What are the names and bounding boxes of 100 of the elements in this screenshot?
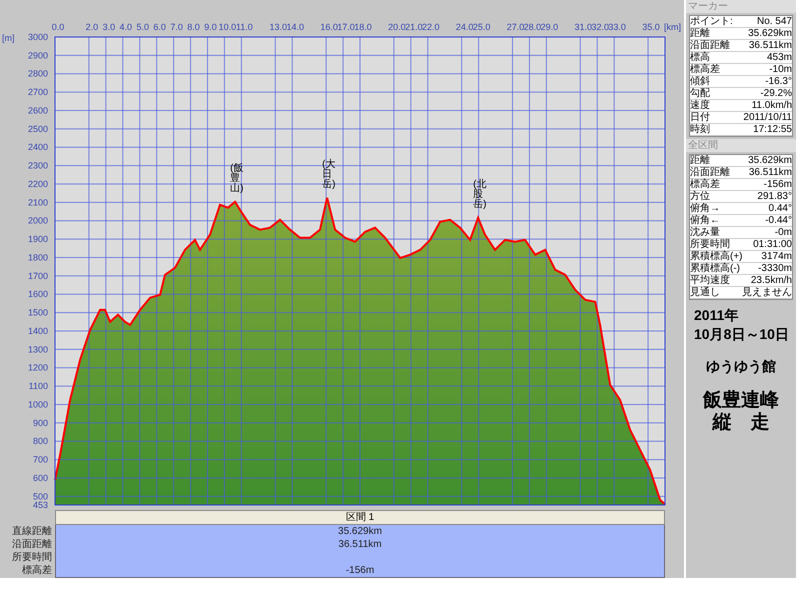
info-label: 標高差 [690, 179, 720, 190]
info-label: 時刻 [690, 124, 710, 135]
info-value: 見えません [742, 287, 792, 298]
x-tick-label: 22.0 [422, 22, 440, 32]
info-value: -10m [769, 64, 792, 75]
info-label: 距離 [690, 155, 710, 166]
info-value: -3330m [758, 263, 792, 274]
y-tick-label: 2900 [28, 50, 48, 60]
info-label: 俯角→ [690, 203, 720, 214]
info-label: 見通し [690, 287, 720, 298]
info-value: 23.5km/h [750, 275, 792, 286]
info-label: 傾斜 [690, 76, 710, 87]
x-tick-label: 31.0 [574, 22, 592, 32]
info-value: 35.629km [748, 155, 792, 166]
date-text: 2011年 [694, 306, 738, 325]
x-tick-label: 10.0 [218, 22, 236, 32]
info-label: 標高 [690, 52, 710, 63]
y-tick-label: 2300 [28, 160, 48, 171]
row-value: -156m [346, 564, 374, 577]
title-text: 縦 走 [712, 412, 770, 434]
y-tick-label: 800 [32, 436, 48, 446]
x-tick-label: 17.0 [337, 22, 355, 32]
y-tick-label: 700 [32, 454, 48, 465]
x-tick-label: 21.0 [405, 22, 423, 32]
x-tick-label: 29.0 [540, 22, 558, 32]
info-label: 方位 [690, 191, 710, 202]
x-tick-label: 28.0 [524, 22, 542, 32]
info-value: No. 547 [756, 16, 792, 27]
y-tick-label: 3000 [28, 32, 48, 42]
info-value: -29.2% [760, 88, 792, 99]
x-tick-label: 16.0 [320, 22, 338, 32]
info-value: -0m [774, 227, 792, 238]
row-label: 直線距離 [12, 525, 52, 538]
section-header: 区間 1 [55, 510, 665, 525]
x-tick-label: 9.0 [204, 22, 217, 32]
y-tick-label: 900 [32, 418, 48, 428]
info-label: 平均速度 [690, 275, 730, 286]
info-value: 3174m [761, 251, 792, 262]
info-value: -16.3° [765, 76, 792, 87]
info-value: 17:12:55 [753, 124, 792, 135]
y-tick-label: 2500 [28, 124, 48, 134]
y-tick-label: 1300 [28, 344, 48, 354]
info-value: 453m [766, 52, 792, 63]
x-tick-label: 13.0 [270, 22, 288, 32]
info-label: 俯角← [690, 215, 720, 226]
x-tick-label: 27.0 [506, 22, 524, 32]
info-value: 35.629km [748, 28, 792, 39]
x-tick-label: 3.0 [102, 22, 116, 32]
x-tick-label: 0.0 [52, 22, 64, 32]
x-tick-label: 6.0 [153, 22, 166, 32]
row-label: 標高差 [22, 564, 52, 577]
y-tick-label: 453 [32, 500, 48, 510]
info-label: 距離 [690, 28, 710, 39]
row-label: 所要時間 [12, 551, 52, 564]
info-value: -0.44° [765, 215, 792, 226]
venue-text: ゆうゆう館 [706, 358, 776, 376]
info-value: 0.44° [768, 203, 792, 214]
x-tick-label: 5.0 [136, 22, 149, 32]
info-label: 標高差 [690, 64, 720, 75]
info-label: 所要時間 [690, 239, 730, 250]
x-tick-label: 32.0 [591, 22, 609, 32]
y-tick-label: 1800 [28, 252, 48, 262]
peak-label: (飯豊山) [230, 164, 240, 194]
info-value: 11.0km/h [752, 100, 792, 111]
x-tick-label: 2.0 [86, 22, 98, 32]
y-tick-label: 2100 [28, 197, 48, 208]
info-value: 291.83° [757, 191, 792, 202]
info-label: 勾配 [690, 88, 710, 99]
date-text: 10月8日～10日 [694, 325, 789, 344]
y-tick-label: 2800 [28, 68, 48, 79]
info-label: 累積標高(+) [690, 251, 742, 262]
info-value: 01:31:00 [753, 239, 792, 250]
row-value: 36.511km [338, 538, 382, 551]
title-text: 飯豊連峰 [703, 390, 779, 412]
y-tick-label: 500 [32, 491, 48, 502]
y-tick-label: 1900 [28, 234, 48, 244]
y-tick-label: 2400 [28, 142, 48, 152]
y-tick-label: 1200 [28, 362, 48, 373]
info-label: 沿面距離 [690, 167, 730, 178]
x-tick-label: 8.0 [187, 22, 200, 32]
info-label: 沈み量 [690, 227, 720, 238]
info-value: -156m [764, 179, 792, 190]
x-tick-label: 25.0 [472, 22, 490, 32]
y-tick-label: 1400 [28, 326, 48, 336]
info-label: ポイント: [690, 16, 733, 27]
x-tick-label: 35.0 [642, 22, 660, 32]
y-tick-label: 1700 [28, 270, 48, 281]
info-label: 沿面距離 [690, 40, 730, 51]
x-tick-label: 4.0 [120, 22, 132, 32]
y-unit-label: [m] [2, 33, 14, 43]
y-tick-label: 1000 [28, 400, 48, 410]
y-tick-label: 2600 [28, 106, 48, 116]
info-value: 36.511km [748, 40, 792, 51]
peak-label: (大日岳) [322, 160, 332, 190]
row-label: 沿面距離 [12, 538, 52, 551]
x-tick-label: 7.0 [170, 22, 183, 32]
y-tick-label: 1100 [28, 381, 48, 392]
row-value: 35.629km [338, 525, 382, 538]
x-tick-label: 24.0 [456, 22, 474, 32]
y-tick-label: 600 [32, 473, 48, 483]
